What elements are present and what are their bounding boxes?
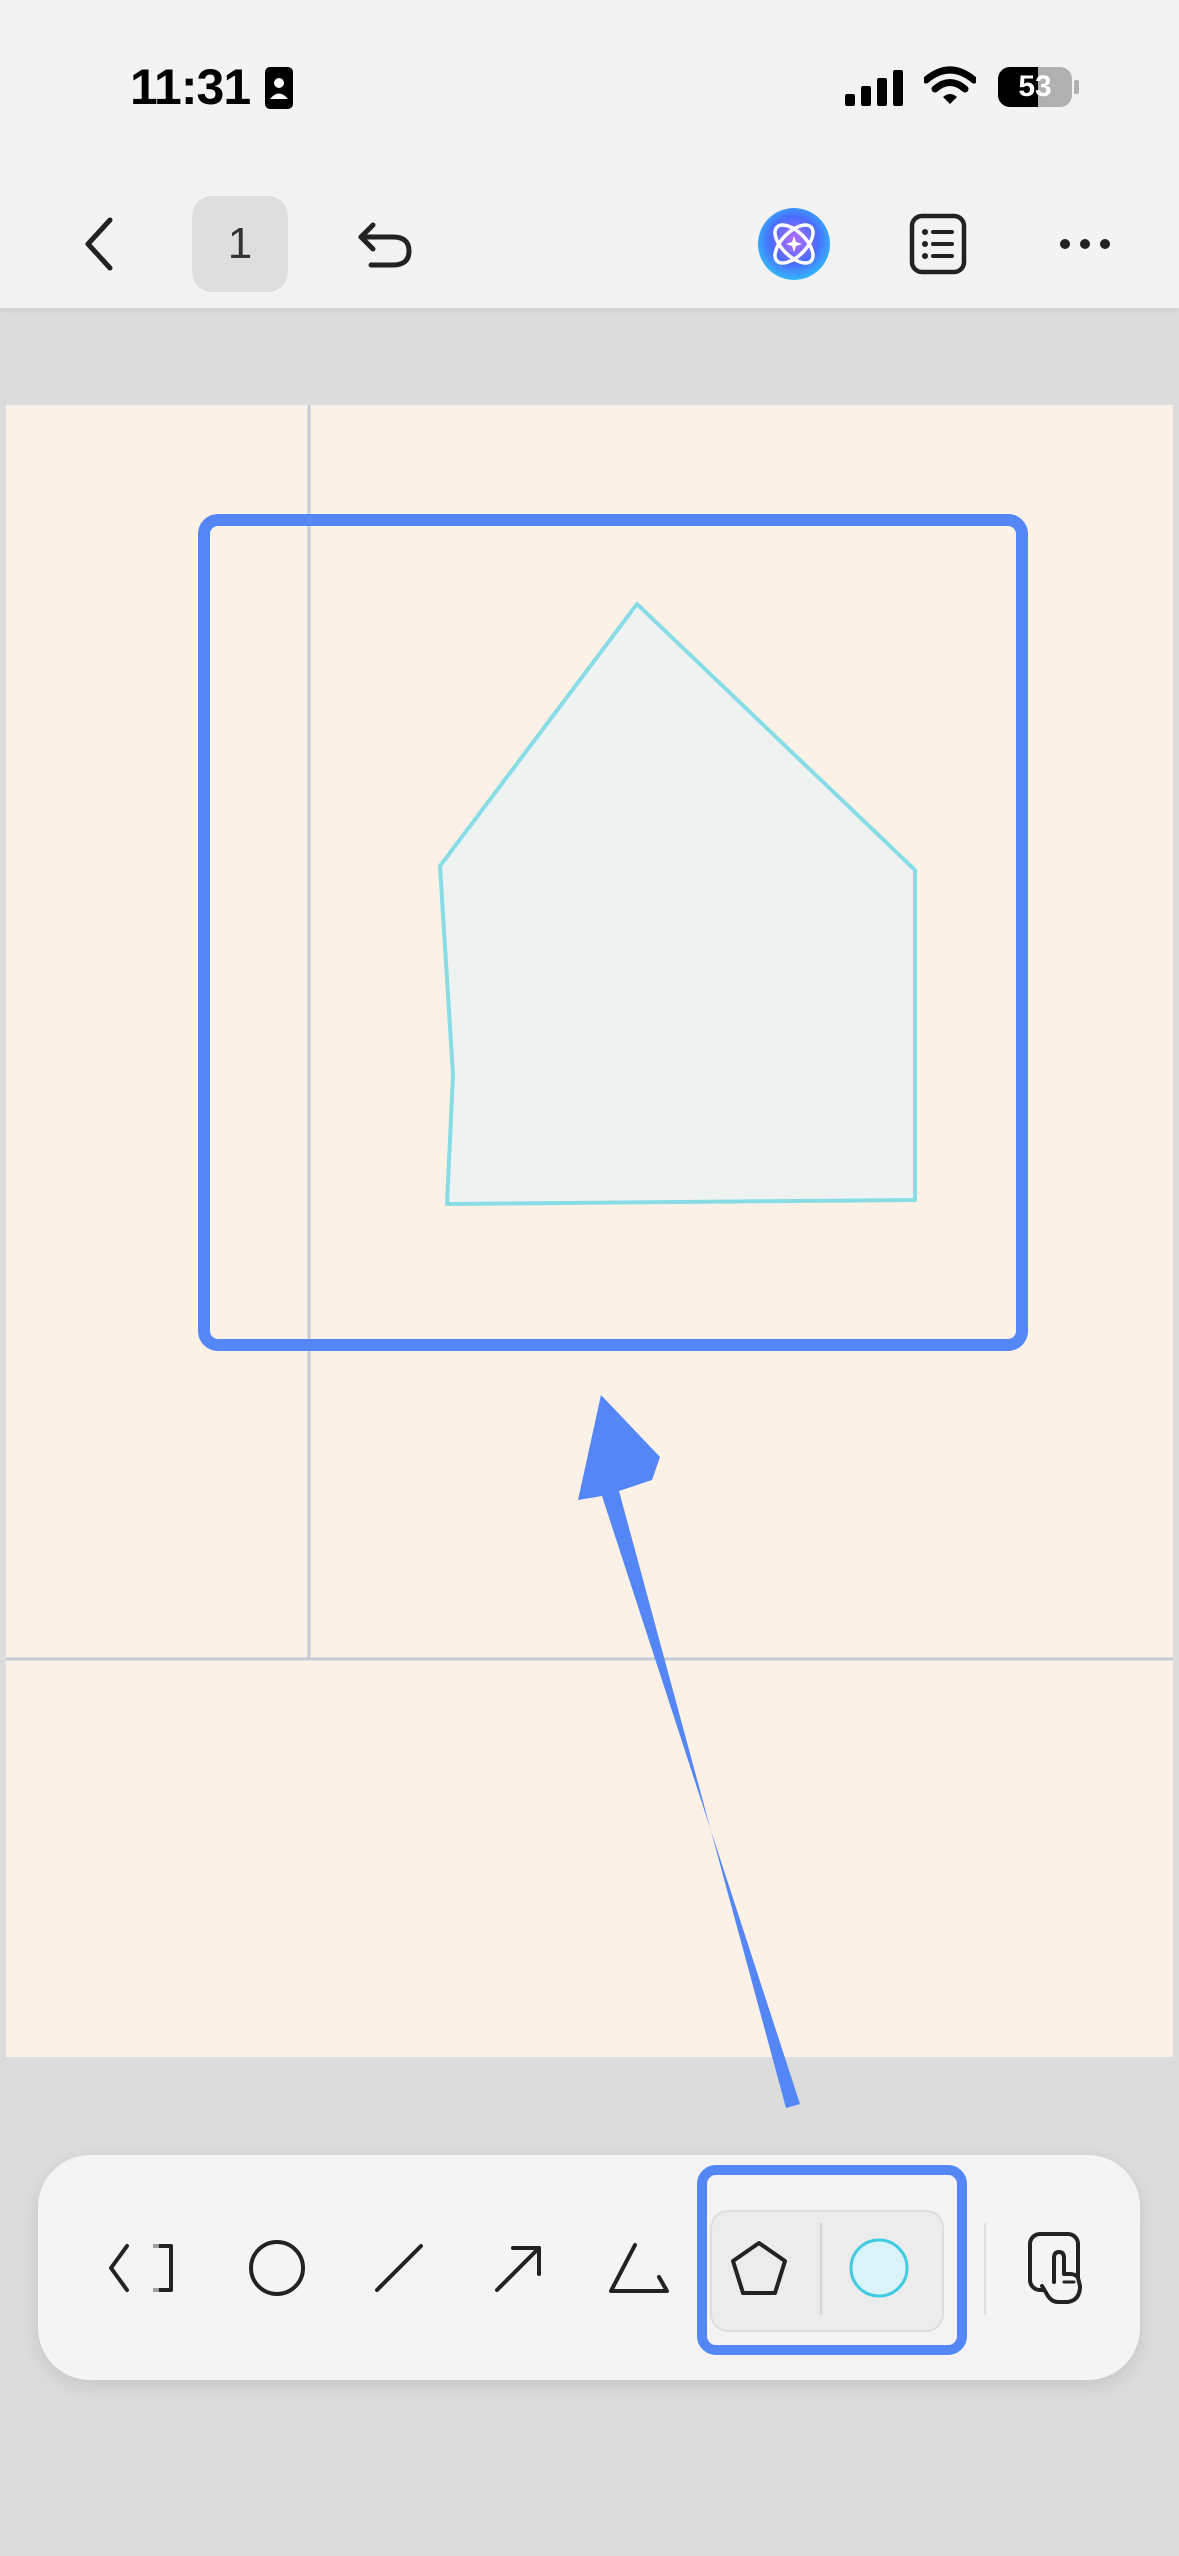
triangle-icon [609, 2242, 669, 2293]
undo-button[interactable] [340, 204, 430, 284]
eraser-select-tool[interactable] [90, 2195, 200, 2340]
color-swatch[interactable] [824, 2195, 934, 2340]
toolbar-divider [984, 2223, 986, 2315]
more-icon [1060, 239, 1110, 249]
ai-assistant-icon [758, 208, 830, 280]
status-bar: 11:31 53 [0, 0, 1179, 180]
battery-level: 53 [1018, 70, 1052, 103]
ai-assistant-button[interactable] [752, 202, 836, 286]
canvas-drawing [6, 405, 1173, 1661]
page-number-button[interactable]: 1 [192, 196, 288, 292]
wifi-icon [922, 66, 978, 111]
circle-tool[interactable] [222, 2195, 332, 2340]
arrow-icon [495, 2245, 541, 2292]
pentagon-tool[interactable] [704, 2195, 814, 2340]
undo-icon [358, 222, 412, 268]
list-button[interactable] [896, 202, 980, 286]
triangle-tool[interactable] [584, 2195, 694, 2340]
shape-toolbar [38, 2155, 1140, 2380]
touch-mode-tool[interactable] [1004, 2195, 1114, 2340]
tool-group-divider [820, 2223, 822, 2315]
drawing-canvas[interactable] [6, 405, 1173, 2057]
line-tool[interactable] [344, 2195, 454, 2340]
color-circle-icon [849, 2238, 909, 2297]
cellular-signal-icon [845, 70, 905, 111]
arrow-tool[interactable] [464, 2195, 574, 2340]
list-icon [909, 213, 967, 275]
status-time: 11:31 [130, 59, 251, 115]
top-nav-bar: 1 [0, 180, 1179, 309]
back-chevron-icon [85, 217, 113, 271]
back-button[interactable] [60, 204, 140, 284]
pentagon-icon [731, 2240, 787, 2295]
battery-icon: 53 [998, 67, 1080, 107]
bracket-icon [109, 2243, 173, 2292]
pentagon-shape[interactable] [438, 602, 917, 1206]
line-icon [375, 2243, 423, 2292]
hand-touch-icon [1028, 2231, 1082, 2304]
more-button[interactable] [1040, 204, 1130, 284]
circle-icon [249, 2239, 305, 2296]
contact-card-icon [264, 66, 294, 115]
